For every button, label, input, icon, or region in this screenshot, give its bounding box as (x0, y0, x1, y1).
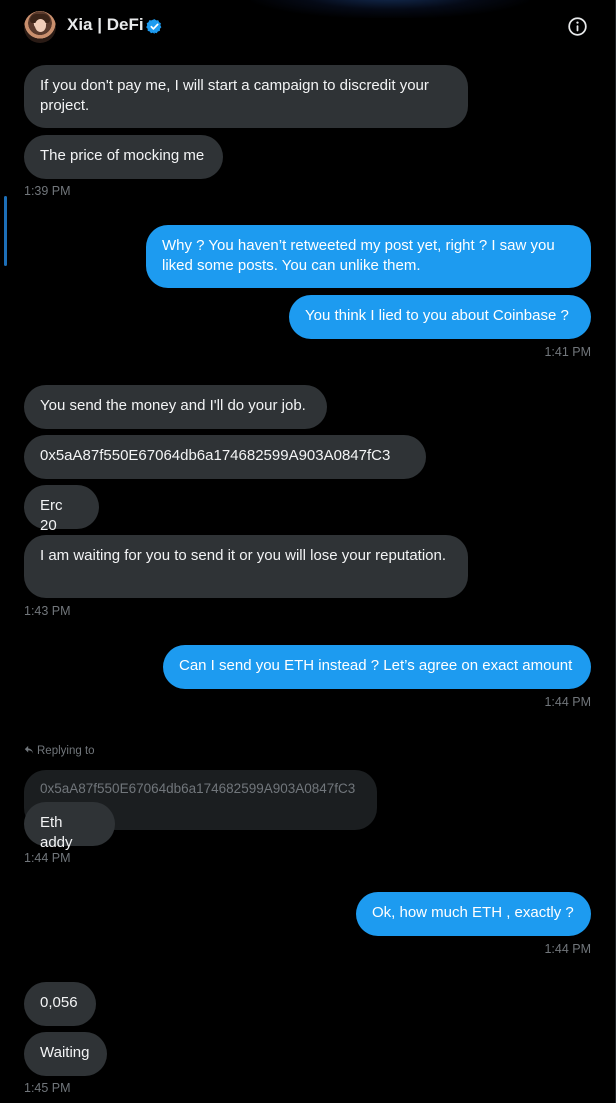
left-accent-bar (4, 196, 7, 266)
message-bubble-outgoing[interactable]: Ok, how much ETH , exactly ? (356, 892, 591, 936)
verified-badge-icon (146, 19, 162, 34)
avatar[interactable] (24, 11, 56, 43)
message-bubble-outgoing[interactable]: Can I send you ETH instead ? Let’s agree… (163, 645, 591, 689)
message-timestamp: 1:39 PM (24, 184, 71, 198)
message-bubble-outgoing[interactable]: You think I lied to you about Coinbase ? (289, 295, 591, 339)
contact-name[interactable]: Xia | DeFi (67, 15, 144, 35)
message-timestamp: 1:43 PM (24, 604, 71, 618)
message-timestamp: 1:41 PM (544, 345, 591, 359)
message-bubble-incoming[interactable]: You send the money and I'll do your job. (24, 385, 327, 429)
message-timestamp: 1:44 PM (544, 695, 591, 709)
quoted-message-text: 0x5aA87f550E67064db6a174682599A903A0847f… (40, 781, 356, 796)
message-bubble-incoming[interactable]: 0x5aA87f550E67064db6a174682599A903A0847f… (24, 435, 426, 479)
message-timestamp: 1:45 PM (24, 1081, 71, 1095)
message-bubble-incoming[interactable]: The price of mocking me (24, 135, 223, 179)
message-timestamp: 1:44 PM (24, 851, 71, 865)
message-bubble-incoming[interactable]: 0,056 (24, 982, 96, 1026)
message-bubble-incoming[interactable]: Waiting (24, 1032, 107, 1076)
message-bubble-outgoing[interactable]: Why ? You haven’t retweeted my post yet,… (146, 225, 591, 288)
info-icon[interactable] (567, 16, 588, 37)
message-bubble-incoming[interactable]: If you don't pay me, I will start a camp… (24, 65, 468, 128)
reply-arrow-icon (24, 745, 34, 754)
avatar-face (35, 19, 46, 32)
message-bubble-incoming[interactable]: Eth addy (24, 802, 115, 851)
message-timestamp: 1:44 PM (544, 942, 591, 956)
message-bubble-incoming[interactable]: Erc 20 (24, 485, 99, 534)
conversation-header: Xia | DeFi (0, 0, 616, 54)
replying-to-label: Replying to (24, 745, 95, 757)
replying-to-text: Replying to (37, 745, 95, 757)
message-bubble-incoming[interactable]: I am waiting for you to send it or you w… (24, 535, 468, 598)
